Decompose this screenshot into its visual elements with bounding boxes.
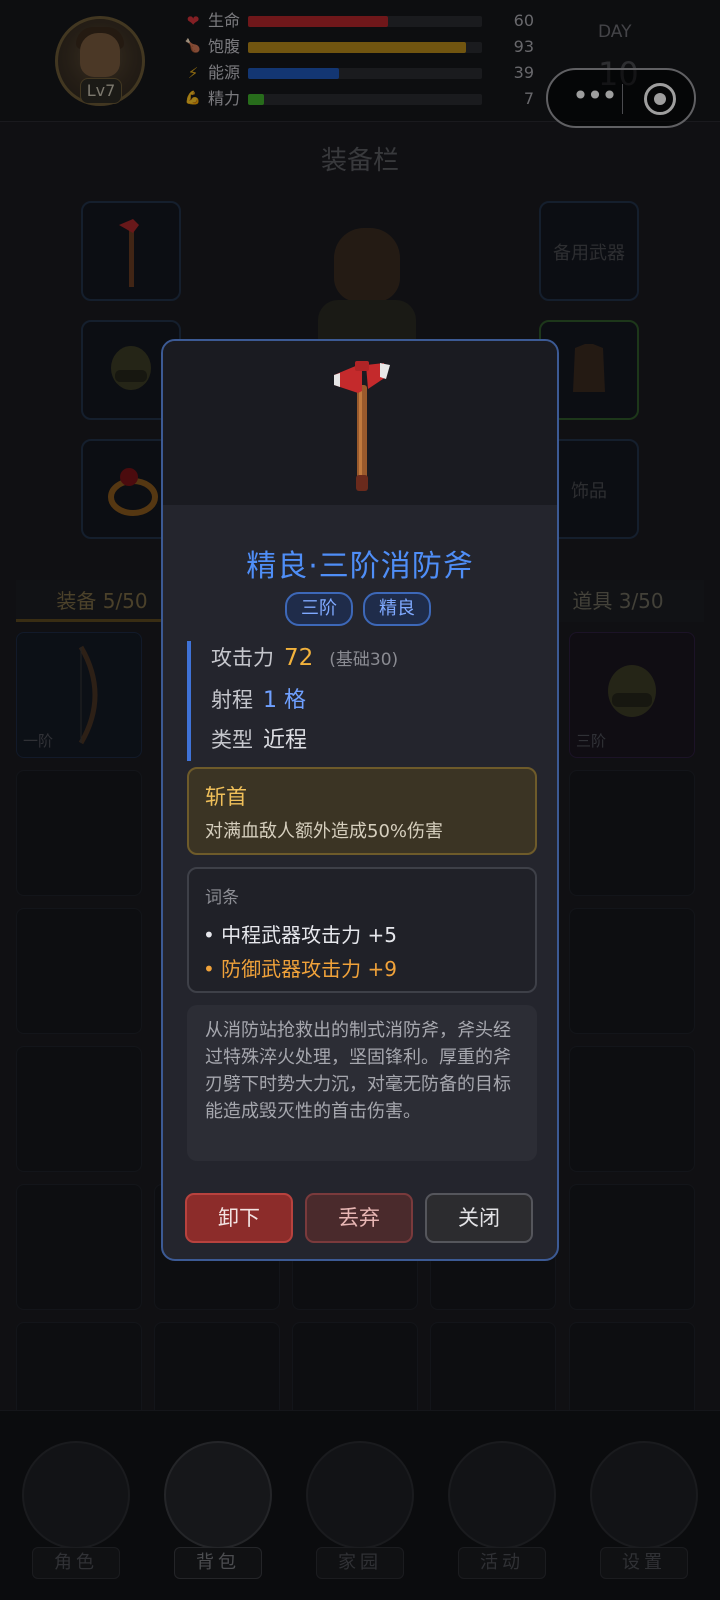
item-image-area xyxy=(163,341,557,505)
attack-value: 72 xyxy=(284,645,314,671)
attack-label: 攻击力 xyxy=(211,646,274,670)
affix-line: • 防御武器攻击力 +9 xyxy=(203,957,397,981)
affix-title: 词条 xyxy=(205,888,239,908)
item-stats: 攻击力 72 (基础30) 射程 1 格 类型 近程 xyxy=(187,641,537,761)
unequip-button[interactable]: 卸下 xyxy=(185,1193,293,1243)
attack-stat: 攻击力 72 (基础30) xyxy=(211,641,398,675)
special-skill-box: 斩首 对满血敌人额外造成50%伤害 xyxy=(187,767,537,855)
affix-line: • 中程武器攻击力 +5 xyxy=(203,923,397,947)
item-lore-text: 从消防站抢救出的制式消防斧，斧头经过特殊淬火处理，坚固锋利。厚重的斧刃劈下时势大… xyxy=(205,1020,511,1122)
range-stat: 射程 1 格 xyxy=(211,683,306,717)
affix-box: 词条 • 中程武器攻击力 +5 • 防御武器攻击力 +9 xyxy=(187,867,537,993)
skill-name: 斩首 xyxy=(205,785,247,809)
type-label: 类型 xyxy=(211,728,253,752)
discard-button[interactable]: 丢弃 xyxy=(305,1193,413,1243)
skill-description: 对满血敌人额外造成50%伤害 xyxy=(205,821,444,842)
type-stat: 类型 近程 xyxy=(211,723,307,757)
tier-tag: 三阶 xyxy=(285,592,353,626)
attack-base: (基础30) xyxy=(329,650,399,670)
quality-tag: 精良 xyxy=(363,592,431,626)
item-detail-modal: 精良·三阶消防斧 三阶 精良 攻击力 72 (基础30) 射程 1 格 类型 近程 斩首… xyxy=(161,339,559,1261)
range-label: 射程 xyxy=(211,688,253,712)
item-name: 精良·三阶消防斧 xyxy=(246,549,474,584)
fire-axe-icon xyxy=(334,361,390,491)
item-lore-box: 从消防站抢救出的制式消防斧，斧头经过特殊淬火处理，坚固锋利。厚重的斧刃劈下时势大… xyxy=(187,1005,537,1161)
close-button[interactable]: 关闭 xyxy=(425,1193,533,1243)
type-value: 近程 xyxy=(263,728,308,753)
range-value: 1 格 xyxy=(263,688,306,713)
